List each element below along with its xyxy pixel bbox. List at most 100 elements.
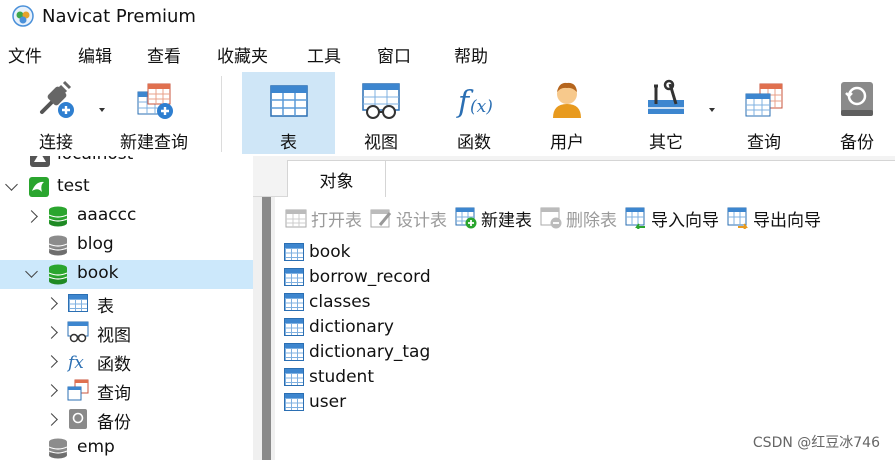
table-item-student[interactable]: student	[283, 364, 374, 389]
expand-arrow-icon[interactable]	[45, 326, 58, 339]
function-icon: f (x)	[452, 78, 496, 122]
menu-tools[interactable]: 工具	[307, 42, 341, 67]
expand-arrow-icon[interactable]	[45, 384, 58, 397]
tree-node-book[interactable]: book	[0, 260, 253, 289]
new-table-button[interactable]: 新建表	[455, 206, 532, 231]
import-icon	[625, 207, 647, 230]
expand-arrow-icon[interactable]	[25, 210, 38, 223]
table-item-classes[interactable]: classes	[283, 289, 371, 314]
svg-text:fx: fx	[67, 353, 84, 372]
query-icon	[742, 78, 786, 122]
menu-favorites[interactable]: 收藏夹	[217, 42, 268, 67]
toolbar-label: 用户	[550, 133, 584, 153]
tree-label: aaaccc	[77, 205, 137, 225]
window-title: Navicat Premium	[42, 5, 196, 27]
table-item-book[interactable]: book	[283, 239, 350, 264]
tree-label: localhost	[57, 156, 133, 164]
open-table-button[interactable]: 打开表	[285, 206, 362, 231]
table-item-label: classes	[309, 291, 371, 312]
tree-label: blog	[77, 234, 114, 254]
menu-help[interactable]: 帮助	[454, 42, 488, 67]
toolbar-label: 其它	[649, 133, 683, 153]
tree-node-test[interactable]: test	[0, 173, 253, 202]
collapse-arrow-icon[interactable]	[25, 265, 38, 278]
table-icon	[283, 241, 305, 263]
plug-icon	[34, 78, 78, 122]
collapse-arrow-icon[interactable]	[5, 178, 18, 191]
menu-bar: 文件 编辑 查看 收藏夹 工具 窗口 帮助	[0, 38, 895, 70]
tree-node-queries[interactable]: 查询	[0, 376, 253, 405]
toolbar-connect-button[interactable]: 连接	[20, 72, 92, 154]
toolbar-label: 表	[280, 133, 297, 153]
expand-arrow-icon[interactable]	[45, 413, 58, 426]
table-icon	[283, 391, 305, 413]
tree-node-localhost[interactable]: localhost	[0, 156, 253, 171]
connection-tree: localhost test aaaccc blog book 表	[0, 156, 253, 460]
tree-label: 视图	[97, 326, 131, 346]
design-table-button[interactable]: 设计表	[370, 206, 447, 231]
toolbar-label: 视图	[364, 133, 398, 153]
table-item-label: student	[309, 366, 374, 387]
table-item-user[interactable]: user	[283, 389, 346, 414]
table-icon	[283, 266, 305, 288]
connection-icon	[29, 156, 51, 168]
tree-node-views[interactable]: 视图	[0, 318, 253, 347]
table-item-dictionary[interactable]: dictionary	[283, 314, 394, 339]
menu-view[interactable]: 查看	[147, 42, 181, 67]
user-icon	[545, 78, 589, 122]
toolbar-table-button[interactable]: 表	[242, 72, 335, 154]
menu-file[interactable]: 文件	[8, 42, 42, 67]
tree-node-aaaccc[interactable]: aaaccc	[0, 202, 253, 231]
toolbar-function-button[interactable]: f (x) 函数	[438, 72, 510, 154]
tree-node-backups[interactable]: 备份	[0, 405, 253, 434]
query-icon	[67, 379, 89, 401]
table-icon	[267, 78, 311, 122]
database-closed-icon	[47, 234, 69, 256]
view-icon	[359, 78, 403, 122]
tree-label: book	[77, 263, 119, 283]
expand-arrow-icon[interactable]	[45, 355, 58, 368]
menu-edit[interactable]: 编辑	[78, 42, 112, 67]
toolbar-separator	[221, 76, 222, 152]
toolbar-new-query-button[interactable]: 新建查询	[113, 72, 195, 154]
toolbar-query-button[interactable]: 查询	[728, 72, 800, 154]
delete-table-icon	[540, 207, 562, 229]
database-open-icon	[47, 263, 69, 285]
export-wizard-label: 导出向导	[753, 210, 821, 231]
tree-node-tables[interactable]: 表	[0, 289, 253, 318]
new-query-icon	[132, 78, 176, 122]
connect-dropdown-arrow-icon[interactable]	[99, 108, 105, 112]
import-wizard-button[interactable]: 导入向导	[625, 206, 719, 231]
other-dropdown-arrow-icon[interactable]	[709, 108, 715, 112]
backup-icon	[835, 78, 879, 122]
tree-label: 函数	[97, 355, 131, 375]
tab-objects[interactable]: 对象	[287, 160, 386, 198]
delete-table-button[interactable]: 删除表	[540, 206, 617, 231]
export-wizard-button[interactable]: 导出向导	[727, 206, 821, 231]
toolbar-user-button[interactable]: 用户	[531, 72, 603, 154]
table-item-borrow-record[interactable]: borrow_record	[283, 264, 431, 289]
database-open-icon	[47, 205, 69, 227]
table-item-label: user	[309, 391, 347, 412]
open-table-icon	[285, 207, 307, 229]
tree-label: 查询	[97, 384, 131, 404]
table-item-label: dictionary	[309, 316, 394, 337]
tree-node-blog[interactable]: blog	[0, 231, 253, 260]
table-item-label: dictionary_tag	[309, 341, 431, 362]
function-icon: fx	[66, 350, 89, 373]
tree-node-functions[interactable]: fx 函数	[0, 347, 253, 376]
database-closed-icon	[47, 437, 69, 459]
table-item-dictionary-tag[interactable]: dictionary_tag	[283, 339, 430, 364]
toolbar-label: 查询	[747, 133, 781, 153]
toolbar-other-button[interactable]: 其它	[630, 72, 702, 154]
tree-node-emp[interactable]: emp	[0, 434, 253, 460]
object-toolbar: 打开表 设计表 新建表 删除表 导入向导 导出向导	[285, 204, 829, 232]
menu-window[interactable]: 窗口	[377, 42, 411, 67]
table-icon	[283, 366, 305, 388]
splitter-scrollbar[interactable]	[262, 197, 271, 460]
tree-label: 备份	[97, 413, 131, 433]
toolbar-view-button[interactable]: 视图	[345, 72, 417, 154]
backup-icon	[67, 408, 89, 430]
expand-arrow-icon[interactable]	[45, 297, 58, 310]
toolbar-backup-button[interactable]: 备份	[821, 72, 893, 154]
